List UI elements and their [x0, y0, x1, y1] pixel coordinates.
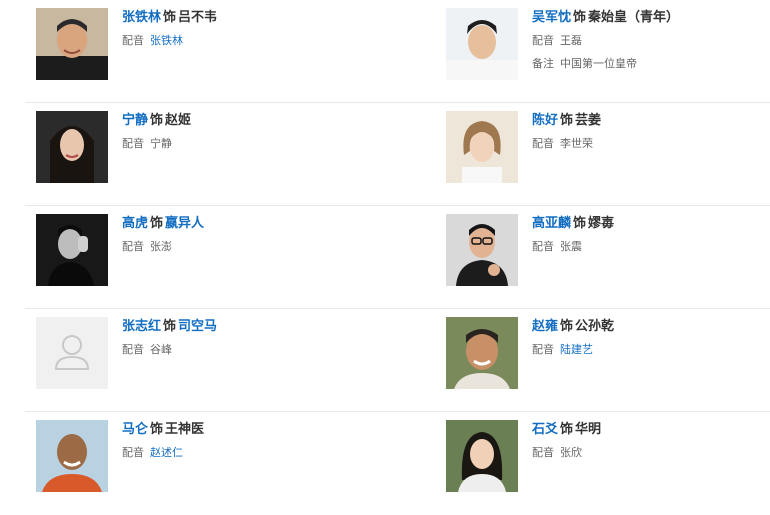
role-name: 赵姬	[165, 113, 192, 128]
role-name: 吕不韦	[178, 10, 218, 25]
actor-photo[interactable]	[446, 8, 518, 80]
cast-info: 石爻饰华明 配音 张欣	[532, 420, 770, 461]
cast-info: 赵雍饰公孙乾 配音 陆建艺	[532, 317, 770, 358]
actor-name-link[interactable]: 高虎	[122, 216, 148, 231]
role-name: 芸姜	[575, 113, 602, 128]
dub-label: 配音	[122, 343, 144, 356]
cast-row: 马仑饰王神医 配音 赵述仁 石爻饰华明 配音 张欣	[25, 412, 770, 515]
dub-label: 配音	[532, 240, 554, 253]
actor-name-link[interactable]: 宁静	[122, 113, 148, 128]
as-label: 饰	[150, 422, 164, 437]
dub-actor: 宁静	[150, 137, 172, 150]
dub-actor: 李世荣	[560, 137, 593, 150]
dub-actor-link[interactable]: 赵述仁	[150, 446, 183, 459]
cast-info: 宁静饰赵姬 配音 宁静	[122, 111, 422, 152]
as-label: 饰	[163, 319, 177, 334]
actor-photo[interactable]	[446, 317, 518, 389]
cast-info: 马仑饰王神医 配音 赵述仁	[122, 420, 422, 461]
cast-info: 吴军忱饰秦始皇（青年） 配音 王磊 备注 中国第一位皇帝	[532, 8, 770, 72]
actor-name-link[interactable]: 张志红	[122, 319, 161, 334]
dub-actor: 张欣	[560, 446, 582, 459]
as-label: 饰	[573, 216, 587, 231]
cast-row: 张铁林饰吕不韦 配音 张铁林 吴军忱饰秦始皇（青年） 配音 王磊 备注 中国第一位	[25, 0, 770, 103]
actor-name-link[interactable]: 马仑	[122, 422, 148, 437]
actor-photo[interactable]	[36, 111, 108, 183]
dub-actor: 王磊	[560, 34, 582, 47]
actor-name-link[interactable]: 张铁林	[122, 10, 161, 25]
cast-info: 陈好饰芸姜 配音 李世荣	[532, 111, 770, 152]
actor-name-link[interactable]: 高亚麟	[532, 216, 571, 231]
dub-label: 配音	[122, 240, 144, 253]
cast-row: 高虎饰嬴异人 配音 张澎 高亚麟饰嫪毐 配音 张震	[25, 206, 770, 309]
actor-photo[interactable]	[446, 111, 518, 183]
dub-label: 配音	[532, 34, 554, 47]
actor-photo[interactable]	[446, 420, 518, 492]
cast-list: 张铁林饰吕不韦 配音 张铁林 吴军忱饰秦始皇（青年） 配音 王磊 备注 中国第一位	[0, 0, 770, 497]
cast-row: 张志红饰司空马 配音 谷峰 赵雍饰公孙乾 配音 陆建艺	[25, 309, 770, 412]
as-label: 饰	[150, 216, 164, 231]
as-label: 饰	[560, 113, 574, 128]
actor-name-link[interactable]: 吴军忱	[532, 10, 571, 25]
role-name: 公孙乾	[575, 319, 615, 334]
dub-label: 配音	[532, 446, 554, 459]
cast-info: 高虎饰嬴异人 配音 张澎	[122, 214, 422, 255]
cast-info: 高亚麟饰嫪毐 配音 张震	[532, 214, 770, 255]
as-label: 饰	[573, 10, 587, 25]
role-name-link[interactable]: 嬴异人	[165, 216, 204, 231]
role-name: 嫪毐	[588, 216, 615, 231]
dub-actor: 张澎	[150, 240, 172, 253]
dub-actor: 谷峰	[150, 343, 172, 356]
dub-label: 配音	[122, 34, 144, 47]
role-name: 华明	[575, 422, 602, 437]
actor-photo[interactable]	[36, 214, 108, 286]
actor-name-link[interactable]: 赵雍	[532, 319, 558, 334]
as-label: 饰	[163, 10, 177, 25]
note-text: 中国第一位皇帝	[560, 57, 637, 70]
role-name: 秦始皇（青年）	[588, 10, 680, 25]
role-name: 王神医	[165, 422, 205, 437]
as-label: 饰	[560, 319, 574, 334]
dub-actor: 张震	[560, 240, 582, 253]
actor-photo[interactable]	[36, 8, 108, 80]
dub-label: 配音	[122, 137, 144, 150]
actor-photo[interactable]	[36, 420, 108, 492]
cast-info: 张志红饰司空马 配音 谷峰	[122, 317, 422, 358]
note-label: 备注	[532, 57, 554, 70]
actor-name-link[interactable]: 陈好	[532, 113, 558, 128]
placeholder-avatar[interactable]	[36, 317, 108, 389]
actor-name-link[interactable]: 石爻	[532, 422, 558, 437]
as-label: 饰	[560, 422, 574, 437]
dub-label: 配音	[122, 446, 144, 459]
user-placeholder-icon	[36, 317, 108, 389]
actor-photo[interactable]	[446, 214, 518, 286]
as-label: 饰	[150, 113, 164, 128]
cast-row: 宁静饰赵姬 配音 宁静 陈好饰芸姜 配音 李世荣	[25, 103, 770, 206]
dub-actor-link[interactable]: 陆建艺	[560, 343, 593, 356]
dub-actor-link[interactable]: 张铁林	[150, 34, 183, 47]
dub-label: 配音	[532, 343, 554, 356]
role-name-link[interactable]: 司空马	[178, 319, 217, 334]
cast-info: 张铁林饰吕不韦 配音 张铁林	[122, 8, 422, 49]
dub-label: 配音	[532, 137, 554, 150]
